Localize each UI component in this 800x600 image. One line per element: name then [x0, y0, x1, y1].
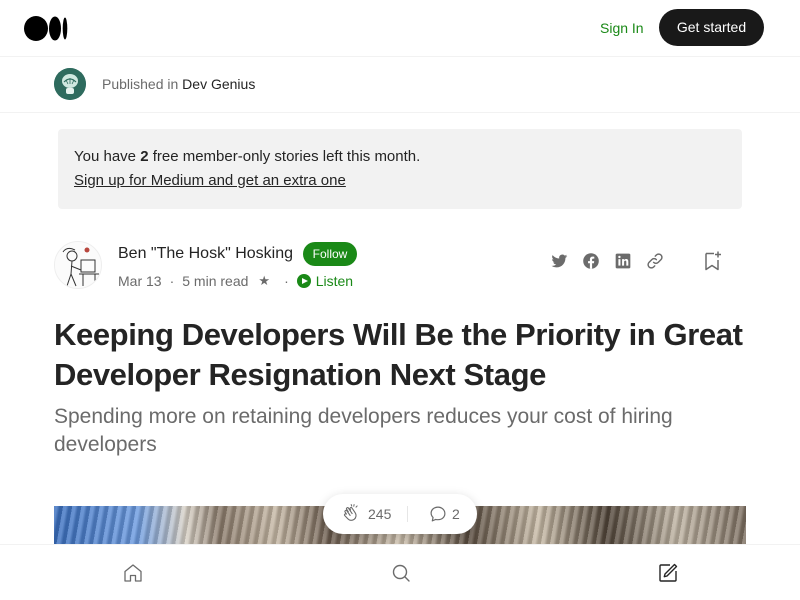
author-name-link[interactable]: Ben "The Hosk" Hosking — [118, 245, 293, 263]
twitter-icon[interactable] — [548, 250, 570, 272]
member-only-star-icon: ★ — [258, 273, 271, 288]
article-title: Keeping Developers Will Be the Priority … — [54, 317, 743, 392]
bookmark-add-icon[interactable] — [700, 249, 724, 273]
notice-text-before: You have — [74, 148, 141, 165]
sign-in-link[interactable]: Sign In — [600, 20, 644, 36]
notice-text: You have 2 free member-only stories left… — [74, 148, 420, 165]
medium-logo-icon[interactable] — [24, 16, 68, 41]
top-bar: Sign In Get started — [0, 0, 800, 57]
publication-line: Published in Dev Genius — [102, 76, 255, 92]
get-started-button[interactable]: Get started — [659, 9, 764, 46]
linkedin-icon[interactable] — [612, 250, 634, 272]
facebook-icon[interactable] — [580, 250, 602, 272]
notice-count: 2 — [140, 148, 149, 165]
engagement-bar: 245 2 — [323, 494, 477, 534]
member-stories-notice: You have 2 free member-only stories left… — [58, 129, 742, 209]
listen-button[interactable]: Listen — [296, 273, 354, 289]
meta-separator: · — [284, 273, 289, 289]
publish-date: Mar 13 — [118, 273, 162, 289]
notice-text-after: free member-only stories left this month… — [148, 148, 421, 165]
clap-count: 245 — [368, 506, 392, 522]
clap-icon[interactable] — [340, 503, 362, 525]
bottom-nav — [0, 544, 800, 600]
article-meta: Mar 13 · 5 min read ★ · Listen — [118, 273, 353, 289]
home-icon[interactable] — [121, 561, 145, 585]
search-icon[interactable] — [389, 561, 413, 585]
sign-up-link[interactable]: Sign up for Medium and get an extra one — [74, 172, 346, 189]
read-time: 5 min read — [182, 273, 249, 289]
follow-button[interactable]: Follow — [303, 242, 357, 266]
publication-name-link[interactable]: Dev Genius — [182, 76, 255, 92]
author-avatar[interactable] — [54, 241, 102, 289]
publication-bar: Published in Dev Genius — [0, 57, 800, 113]
response-count: 2 — [452, 506, 460, 522]
listen-label: Listen — [315, 273, 354, 289]
engagement-divider — [407, 506, 408, 522]
meta-separator: · — [169, 273, 175, 289]
link-icon[interactable] — [644, 250, 666, 272]
write-icon[interactable] — [656, 561, 680, 585]
play-icon — [296, 274, 311, 288]
article-subtitle: Spending more on retaining developers re… — [54, 405, 673, 456]
response-icon[interactable] — [427, 503, 449, 525]
dev-genius-logo-icon[interactable] — [54, 68, 86, 100]
published-in-label: Published in — [102, 76, 179, 92]
